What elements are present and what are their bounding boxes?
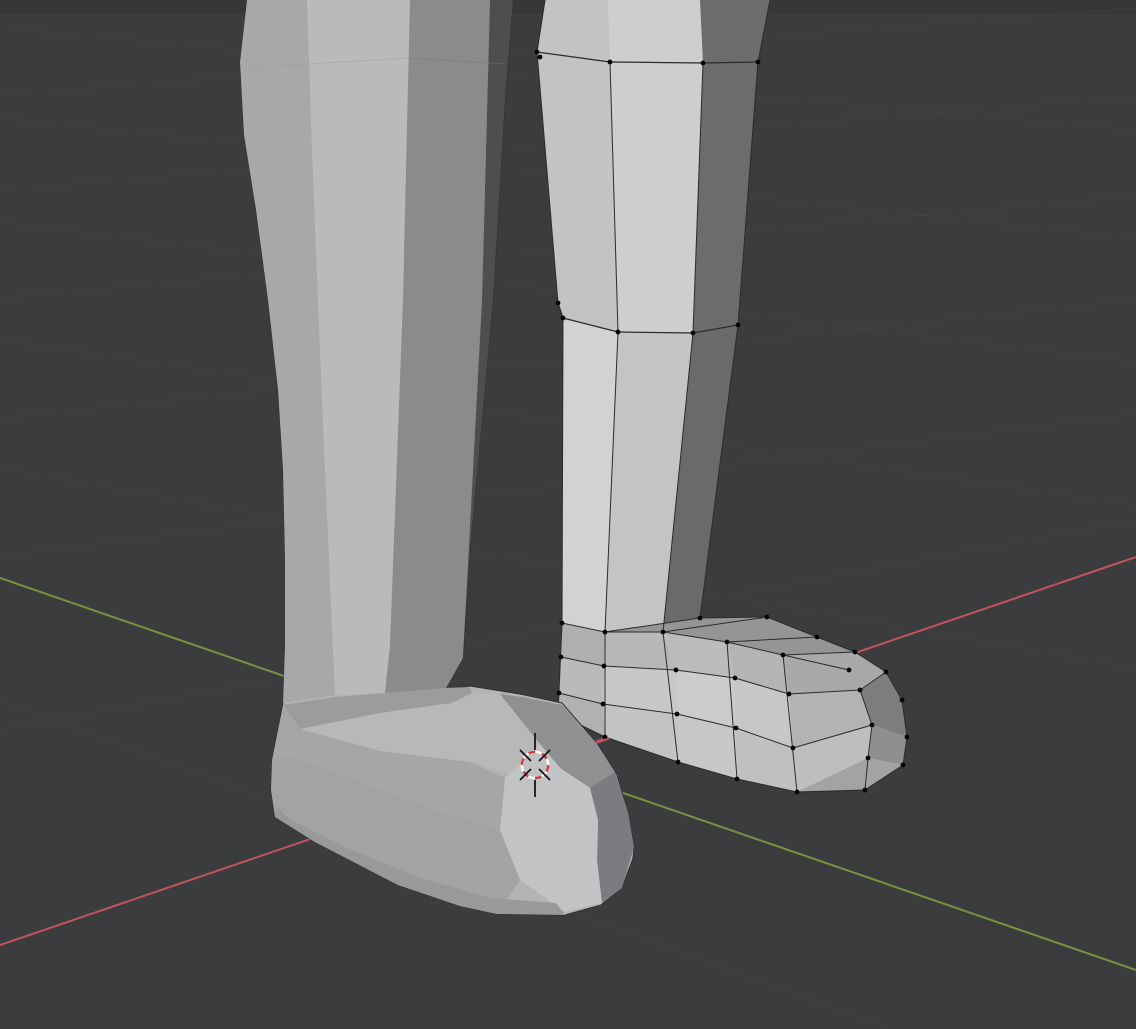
blender-3d-viewport[interactable] <box>0 0 1136 1029</box>
viewport-canvas[interactable] <box>0 0 1136 1029</box>
